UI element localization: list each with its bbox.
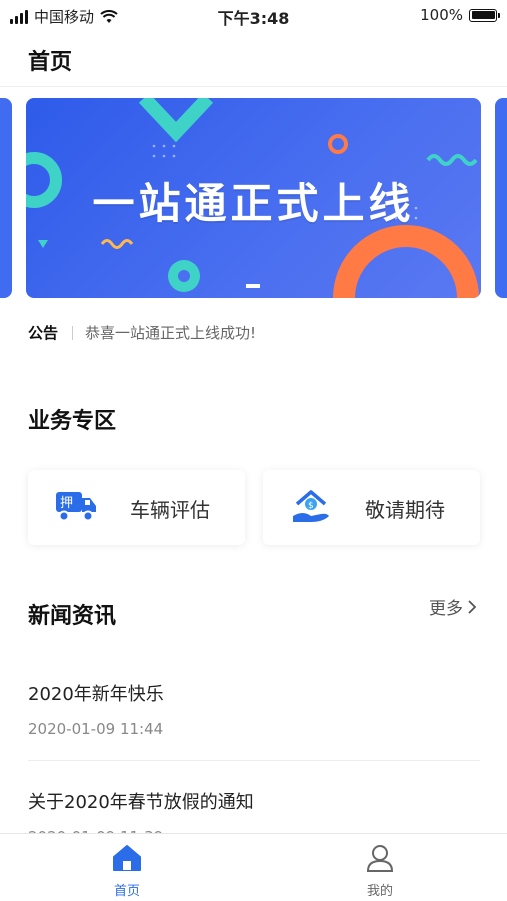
tab-profile[interactable]: 我的 <box>330 844 430 899</box>
notice-label: 公告 <box>28 324 59 342</box>
status-bar: 中国移动 下午3:48 100% <box>0 0 507 30</box>
banner-next-slide[interactable] <box>495 98 507 298</box>
banner-title: 一站通正式上线 <box>92 179 415 228</box>
service-card-coming-soon[interactable]: $ 敬请期待 <box>263 470 480 545</box>
page-header: 首页 <box>0 30 507 87</box>
news-title: 2020年新年快乐 <box>28 684 164 705</box>
tab-home-label: 首页 <box>113 884 140 899</box>
tab-home[interactable]: 首页 <box>77 844 177 899</box>
news-list-item[interactable]: 2020年新年快乐 2020-01-09 11:44 <box>28 680 480 738</box>
news-title: 关于2020年春节放假的通知 <box>28 792 254 813</box>
notice-divider <box>72 325 74 340</box>
battery-icon <box>469 8 500 22</box>
home-icon <box>113 845 141 871</box>
bottom-tab-bar: 首页 我的 <box>0 833 507 901</box>
banner-prev-slide[interactable] <box>0 98 12 298</box>
news-date: 2020-01-09 11:44 <box>28 720 164 738</box>
service-card-label: 车辆评估 <box>130 498 210 522</box>
tab-profile-label: 我的 <box>366 884 393 899</box>
news-divider <box>28 760 480 761</box>
chevron-right-icon <box>468 599 477 614</box>
business-section-title: 业务专区 <box>28 409 117 434</box>
news-section-title: 新闻资讯 <box>28 604 117 629</box>
service-card-label: 敬请期待 <box>365 498 445 522</box>
banner-slide[interactable]: 一站通正式上线 <box>26 98 481 298</box>
news-more-label: 更多 <box>429 599 463 619</box>
svg-text:押: 押 <box>60 496 73 511</box>
notice-bar[interactable]: 公告 恭喜一站通正式上线成功! <box>28 322 256 343</box>
truck-pledge-icon: 押 <box>56 492 96 522</box>
notice-text: 恭喜一站通正式上线成功! <box>85 324 257 342</box>
home-hand-money-icon: $ <box>293 490 329 522</box>
service-card-vehicle-assessment[interactable]: 押 车辆评估 <box>28 470 245 545</box>
battery-percent: 100% <box>420 6 463 24</box>
svg-text:$: $ <box>308 501 314 511</box>
page-title: 首页 <box>28 50 73 75</box>
news-more-link[interactable]: 更多 <box>429 594 477 619</box>
user-icon <box>366 845 394 872</box>
